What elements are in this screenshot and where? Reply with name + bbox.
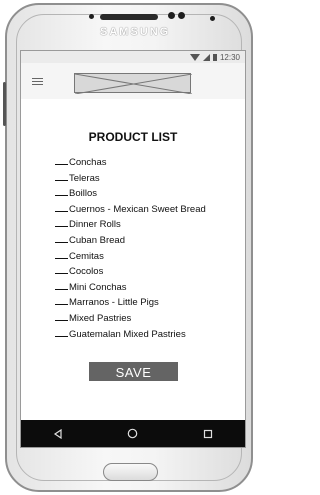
list-item[interactable]: Dinner Rolls [55, 217, 245, 233]
hardware-home-button[interactable] [103, 463, 158, 481]
product-list: Conchas Teleras Boillos Cuernos - Mexica… [55, 155, 245, 342]
back-icon[interactable] [53, 428, 63, 439]
light-sensor [210, 16, 215, 21]
quantity-blank [55, 328, 68, 337]
status-time: 12:30 [219, 52, 240, 62]
brand-logo: SAMSUNG [100, 26, 171, 38]
quantity-blank [55, 218, 68, 228]
product-name: Mini Conchas [69, 281, 127, 293]
quantity-blank [55, 312, 68, 321]
quantity-blank [55, 172, 68, 181]
recents-icon[interactable] [203, 429, 213, 439]
list-item[interactable]: Guatemalan Mixed Pastries [55, 327, 245, 343]
phone-screen: 12:30 PRODUCT LIST Conchas Teleras Boill… [20, 50, 246, 448]
quantity-blank [55, 187, 68, 197]
product-name: Cocolos [69, 266, 104, 278]
list-item[interactable]: Conchas [55, 155, 245, 171]
navigation-bar [21, 420, 245, 447]
list-item[interactable]: Boillos [55, 186, 245, 202]
product-name: Conchas [69, 157, 107, 168]
product-name: Cemitas [69, 250, 104, 262]
home-icon[interactable] [127, 428, 138, 439]
product-name: Teleras [69, 172, 100, 184]
front-camera [168, 12, 175, 19]
image-placeholder-icon [75, 74, 192, 94]
app-bar [21, 63, 245, 99]
signal-icon [202, 53, 210, 61]
quantity-blank [55, 250, 68, 259]
list-item[interactable]: Cuban Bread [55, 233, 245, 249]
product-name: Boillos [69, 188, 97, 200]
product-name: Cuban Bread [69, 234, 125, 246]
product-name: Marranos - Little Pigs [69, 297, 159, 309]
list-item[interactable]: Mini Conchas [55, 280, 245, 296]
status-bar: 12:30 [21, 51, 245, 63]
earpiece-speaker [100, 14, 158, 20]
quantity-blank [55, 203, 68, 212]
product-name: Mixed Pastries [69, 312, 132, 324]
product-name: Cuernos - Mexican Sweet Bread [69, 203, 206, 215]
product-name: Dinner Rolls [69, 219, 121, 231]
quantity-blank [55, 265, 68, 275]
wifi-icon [189, 53, 200, 61]
quantity-blank [55, 281, 68, 290]
list-item[interactable]: Teleras [55, 171, 245, 187]
product-name: Guatemalan Mixed Pastries [69, 328, 186, 340]
battery-icon [212, 53, 217, 61]
list-item[interactable]: Marranos - Little Pigs [55, 295, 245, 311]
front-sensor [89, 14, 94, 19]
list-item[interactable]: Cemitas [55, 249, 245, 265]
logo-placeholder [74, 73, 192, 94]
front-sensor-2 [178, 12, 185, 19]
quantity-blank [55, 234, 68, 243]
list-item[interactable]: Cocolos [55, 264, 245, 280]
list-item[interactable]: Mixed Pastries [55, 311, 245, 327]
menu-icon[interactable] [32, 78, 43, 85]
page-title: PRODUCT LIST [88, 130, 178, 144]
quantity-blank [55, 296, 68, 306]
list-item[interactable]: Cuernos - Mexican Sweet Bread [55, 202, 245, 218]
save-button[interactable]: SAVE [89, 362, 178, 381]
quantity-blank [55, 156, 68, 165]
volume-key [3, 82, 6, 126]
